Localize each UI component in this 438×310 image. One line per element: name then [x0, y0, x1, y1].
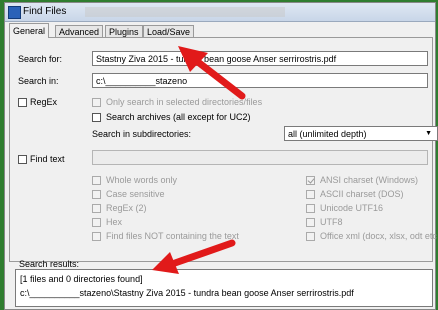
files-not-containing-label: Find files NOT containing the text: [106, 231, 239, 241]
utf8-label: UTF8: [320, 217, 343, 227]
ansi-checkbox[interactable]: [306, 176, 315, 185]
results-summary[interactable]: [1 files and 0 directories found]: [20, 274, 143, 284]
window-title: Find Files: [23, 6, 67, 17]
ansi-label: ANSI charset (Windows): [320, 175, 419, 185]
office-xml-checkbox[interactable]: [306, 232, 315, 241]
search-archives-label: Search archives (all except for UC2): [106, 112, 251, 122]
search-in-input[interactable]: c:\__________stazeno: [92, 73, 428, 88]
subdirs-value: all (unlimited depth): [288, 129, 367, 139]
title-bar: Find Files: [5, 3, 435, 22]
search-results-label: Search results:: [19, 259, 80, 269]
subdirs-select[interactable]: all (unlimited depth) ▼: [284, 126, 438, 141]
regex2-label: RegEx (2): [106, 203, 147, 213]
regex-label: RegEx: [30, 97, 58, 107]
hex-label: Hex: [106, 217, 123, 227]
search-archives-checkbox[interactable]: [92, 113, 101, 122]
whole-words-checkbox[interactable]: [92, 176, 101, 185]
ascii-checkbox[interactable]: [306, 190, 315, 199]
chevron-down-icon: ▼: [425, 130, 432, 137]
subdirs-label: Search in subdirectories:: [92, 129, 192, 139]
only-selected-checkbox[interactable]: [92, 98, 101, 107]
find-text-label: Find text: [30, 154, 65, 164]
search-in-label: Search in:: [18, 76, 59, 86]
hex-checkbox[interactable]: [92, 218, 101, 227]
case-sensitive-label: Case sensitive: [106, 189, 165, 199]
whole-words-label: Whole words only: [106, 175, 178, 185]
case-sensitive-checkbox[interactable]: [92, 190, 101, 199]
blurred-watermark: [85, 7, 285, 17]
regex-checkbox[interactable]: [18, 98, 27, 107]
app-icon: [8, 6, 21, 19]
find-text-checkbox[interactable]: [18, 155, 27, 164]
files-not-containing-checkbox[interactable]: [92, 232, 101, 241]
general-panel: Search for: Stastny Ziva 2015 - tundra b…: [9, 37, 438, 262]
office-xml-label: Office xml (docx, xlsx, odt etc: [320, 231, 437, 241]
find-text-input[interactable]: [92, 150, 428, 165]
regex2-checkbox[interactable]: [92, 204, 101, 213]
utf8-checkbox[interactable]: [306, 218, 315, 227]
result-item[interactable]: c:\__________stazeno\Stastny Ziva 2015 -…: [20, 288, 354, 298]
only-selected-label: Only search in selected directories/file…: [106, 97, 263, 107]
search-results-list[interactable]: [1 files and 0 directories found] c:\___…: [15, 269, 433, 307]
search-for-label: Search for:: [18, 54, 63, 64]
find-files-window: Find Files General Advanced Plugins Load…: [4, 2, 438, 310]
unicode-label: Unicode UTF16: [320, 203, 384, 213]
search-for-input[interactable]: Stastny Ziva 2015 - tundra bean goose An…: [92, 51, 428, 66]
ascii-label: ASCII charset (DOS): [320, 189, 404, 199]
unicode-checkbox[interactable]: [306, 204, 315, 213]
tab-general[interactable]: General: [9, 23, 50, 38]
